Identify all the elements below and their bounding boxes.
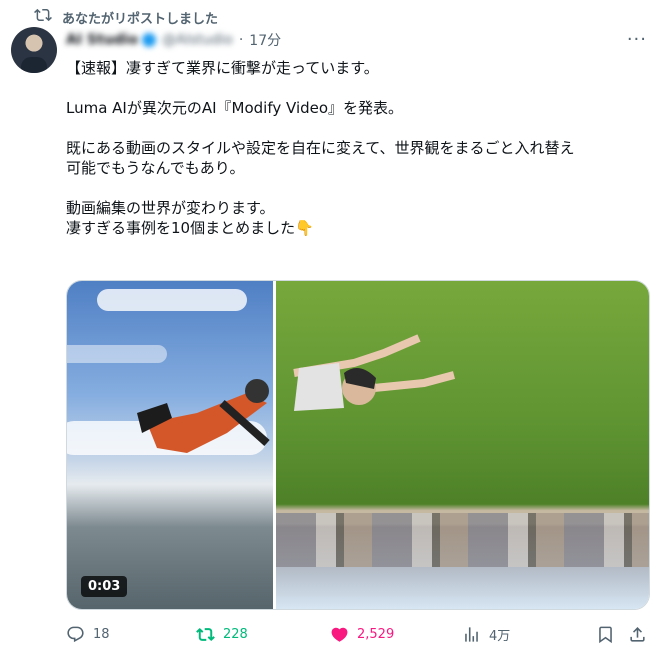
- separator: ·: [238, 32, 244, 48]
- video-right-panel: [276, 281, 649, 609]
- reply-count: 18: [93, 626, 110, 642]
- tweet-paragraph: 動画編集の世界が変わります。 凄すぎる事例を10個まとめました👇: [66, 199, 314, 237]
- timestamp[interactable]: 17分: [249, 30, 281, 50]
- skydiver-image: [137, 379, 270, 453]
- reply-button[interactable]: 18: [66, 622, 110, 646]
- repost-button[interactable]: 228: [196, 622, 248, 646]
- tweet-paragraph: 【速報】凄すぎて業界に衝撃が走っています。: [66, 59, 379, 77]
- video-left-panel: 0:03: [67, 281, 273, 609]
- repost-indicator-text: あなたがリポストしました: [62, 11, 219, 27]
- views-button[interactable]: 4万: [462, 622, 510, 646]
- repost-icon: [196, 627, 215, 641]
- share-icon: [630, 626, 645, 642]
- like-button[interactable]: 2,529: [330, 622, 394, 646]
- video-media[interactable]: 0:03: [66, 280, 650, 610]
- tweet-text: 【速報】凄すぎて業界に衝撃が走っています。 Luma AIが異次元のAI『Mod…: [66, 58, 646, 258]
- tweet-paragraph: Luma AIが異次元のAI『Modify Video』を発表。: [66, 99, 404, 117]
- bookmark-icon: [599, 626, 612, 643]
- author-name[interactable]: AI Studio: [66, 32, 138, 48]
- more-options-icon[interactable]: ···: [627, 29, 647, 50]
- repost-icon: [34, 6, 52, 28]
- tweet-paragraph: 既にある動画のスタイルや設定を自在に変えて、世界観をまるごと入れ替え 可能でもう…: [66, 139, 575, 177]
- views-chart-icon: [465, 626, 478, 642]
- person-image: [293, 334, 456, 411]
- repost-count: 228: [223, 626, 248, 642]
- houses-background: [276, 513, 649, 567]
- verified-badge-icon: [142, 33, 157, 47]
- video-duration: 0:03: [81, 576, 128, 597]
- view-count: 4万: [489, 628, 511, 644]
- reply-icon: [67, 626, 84, 642]
- tweet-header: AI Studio @AIstudio · 17分 ···: [66, 29, 647, 51]
- share-button[interactable]: [628, 622, 647, 646]
- like-count: 2,529: [357, 626, 395, 642]
- heart-icon: [331, 627, 348, 642]
- bookmark-button[interactable]: [596, 622, 615, 646]
- author-handle[interactable]: @AIstudio: [162, 32, 233, 48]
- action-bar: 18 228 2,529 4万: [66, 622, 651, 646]
- avatar[interactable]: [11, 27, 57, 73]
- repost-indicator: あなたがリポストしました: [34, 6, 218, 28]
